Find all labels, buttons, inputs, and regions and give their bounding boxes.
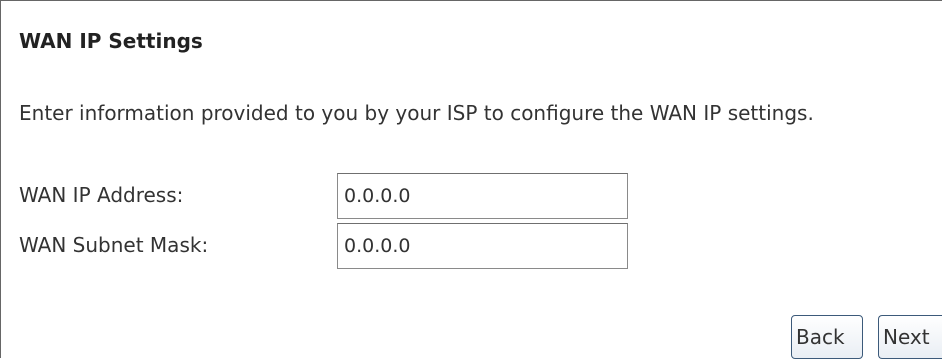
wan-subnet-mask-label: WAN Subnet Mask: <box>19 233 209 257</box>
settings-panel: WAN IP Settings Enter information provid… <box>0 0 942 359</box>
wan-ip-address-input[interactable] <box>337 173 628 219</box>
next-button[interactable]: Next <box>878 315 942 359</box>
wan-subnet-mask-input[interactable] <box>337 223 628 269</box>
back-button[interactable]: Back <box>791 315 863 359</box>
wan-ip-address-label: WAN IP Address: <box>19 183 184 207</box>
section-title: WAN IP Settings <box>19 29 203 53</box>
section-description: Enter information provided to you by you… <box>19 101 814 125</box>
